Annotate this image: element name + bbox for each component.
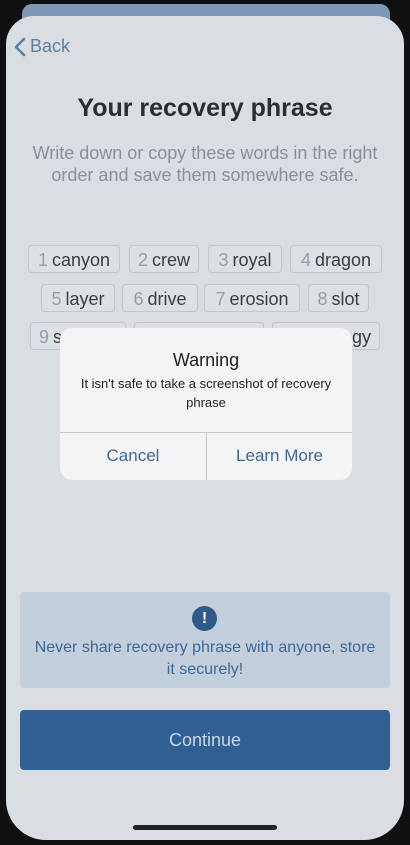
back-button[interactable]: Back bbox=[14, 36, 70, 57]
word-chip: 6 drive bbox=[122, 284, 198, 312]
recovery-phrase-screen: Back Your recovery phrase Write down or … bbox=[6, 16, 404, 840]
chevron-left-icon bbox=[14, 37, 26, 56]
screenshot-warning-dialog: Warning It isn't safe to take a screensh… bbox=[60, 328, 352, 480]
page-title: Your recovery phrase bbox=[77, 94, 333, 122]
exclamation-icon: ! bbox=[192, 606, 217, 631]
word-chip: 5 layer bbox=[41, 284, 115, 312]
word-chip: 3 royal bbox=[208, 245, 282, 273]
word-chip: 1 canyon bbox=[28, 245, 120, 273]
page-subtitle: Write down or copy these words in the ri… bbox=[32, 143, 378, 185]
home-indicator[interactable] bbox=[133, 825, 277, 830]
security-notice: ! Never share recovery phrase with anyon… bbox=[20, 592, 390, 688]
continue-button[interactable]: Continue bbox=[20, 710, 390, 770]
word-chip: 4 dragon bbox=[290, 245, 382, 273]
dialog-title: Warning bbox=[172, 350, 240, 370]
word-chip: 8 slot bbox=[308, 284, 369, 312]
word-chip: 7 erosion bbox=[204, 284, 300, 312]
dialog-message: It isn't safe to take a screenshot of re… bbox=[80, 376, 332, 410]
learn-more-button[interactable]: Learn More bbox=[207, 432, 352, 480]
cancel-button[interactable]: Cancel bbox=[60, 432, 206, 480]
security-notice-text: Never share recovery phrase with anyone,… bbox=[34, 639, 376, 678]
word-chip: 2 crew bbox=[129, 245, 199, 273]
back-label: Back bbox=[30, 36, 71, 56]
